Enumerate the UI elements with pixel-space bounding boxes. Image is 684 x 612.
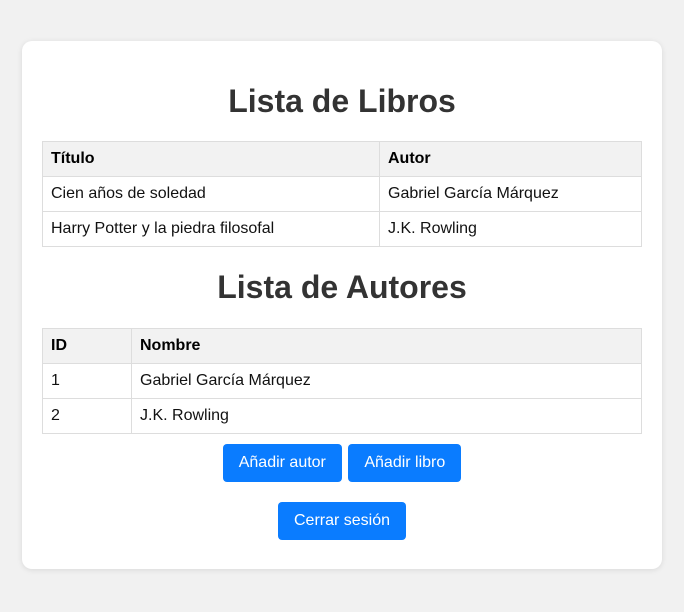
action-buttons: Añadir autor Añadir libro bbox=[42, 444, 642, 482]
table-row: Harry Potter y la piedra filosofal J.K. … bbox=[42, 211, 642, 247]
table-row: 1 Gabriel García Márquez bbox=[42, 363, 642, 399]
book-title-cell: Cien años de soledad bbox=[42, 176, 380, 212]
book-author-cell: Gabriel García Márquez bbox=[379, 176, 642, 212]
table-row: Cien años de soledad Gabriel García Márq… bbox=[42, 176, 642, 212]
books-header-author: Autor bbox=[379, 141, 642, 177]
add-author-button[interactable]: Añadir autor bbox=[222, 444, 342, 482]
books-header-title: Título bbox=[42, 141, 380, 177]
authors-title: Lista de Autores bbox=[217, 269, 467, 305]
logout-button[interactable]: Cerrar sesión bbox=[277, 502, 407, 540]
author-name-cell: Gabriel García Márquez bbox=[131, 363, 642, 399]
books-table: Título Autor Cien años de soledad Gabrie… bbox=[42, 141, 642, 247]
books-header-row: Título Autor bbox=[42, 141, 642, 177]
add-book-button[interactable]: Añadir libro bbox=[348, 444, 462, 482]
author-id-cell: 2 bbox=[42, 398, 132, 434]
book-title-cell: Harry Potter y la piedra filosofal bbox=[42, 211, 380, 247]
table-row: 2 J.K. Rowling bbox=[42, 398, 642, 434]
author-name-cell: J.K. Rowling bbox=[131, 398, 642, 434]
author-id-cell: 1 bbox=[42, 363, 132, 399]
authors-header-row: ID Nombre bbox=[42, 328, 642, 364]
logout-row: Cerrar sesión bbox=[42, 502, 642, 540]
book-author-cell: J.K. Rowling bbox=[379, 211, 642, 247]
authors-table: ID Nombre 1 Gabriel García Márquez 2 J.K… bbox=[42, 328, 642, 434]
authors-header-name: Nombre bbox=[131, 328, 642, 364]
books-title: Lista de Libros bbox=[228, 83, 456, 119]
main-card: Lista de Libros Título Autor Cien años d… bbox=[22, 41, 662, 569]
authors-header-id: ID bbox=[42, 328, 132, 364]
